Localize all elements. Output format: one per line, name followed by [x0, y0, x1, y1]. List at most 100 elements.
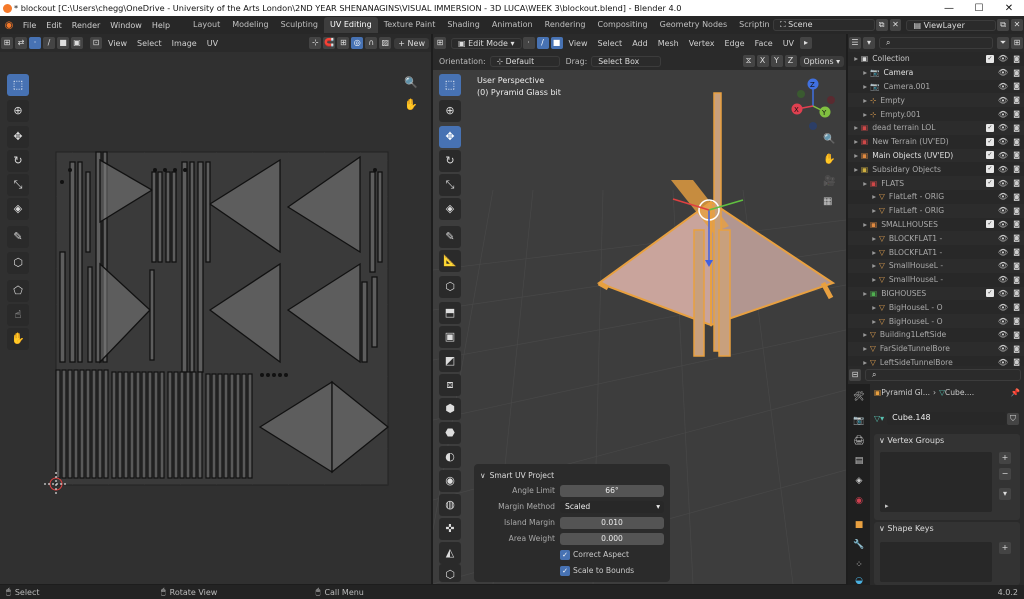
proportional-edit-icon[interactable]: ◎	[351, 37, 364, 49]
render-camera-icon[interactable]: ◙	[1013, 193, 1020, 201]
v3d-scale-tool-icon[interactable]: ⤡	[439, 174, 461, 196]
outliner-filter-icon[interactable]: ⏷	[997, 37, 1009, 49]
visibility-eye-icon[interactable]: 👁	[998, 165, 1008, 174]
v3d-menu-edge[interactable]: Edge	[719, 39, 749, 48]
editor-type-icon[interactable]: ⊞	[1, 37, 13, 49]
uv-menu-uv[interactable]: UV	[202, 39, 223, 48]
render-camera-icon[interactable]: ◙	[1013, 262, 1020, 270]
toggle-sidebar-icon[interactable]: ▸	[800, 37, 813, 49]
minimize-button[interactable]: —	[934, 3, 964, 14]
poly-build-tool-icon[interactable]: ⬣	[439, 422, 461, 444]
v3d-face-select-icon[interactable]: ■	[550, 37, 563, 49]
blender-menu-icon[interactable]: ◉	[0, 20, 18, 31]
visibility-eye-icon[interactable]: 👁	[998, 330, 1008, 339]
mesh-name-field[interactable]: Cube.148	[887, 412, 1006, 425]
collection-exclude-checkbox[interactable]: ✓	[986, 123, 994, 132]
v3d-menu-select[interactable]: Select	[593, 39, 628, 48]
visibility-eye-icon[interactable]: 👁	[998, 96, 1008, 105]
visibility-eye-icon[interactable]: 👁	[998, 234, 1008, 243]
scene-selector[interactable]: ⛶ Scene	[773, 19, 875, 31]
margin-method-dropdown[interactable]: Scaled ▾	[560, 500, 664, 513]
expand-arrow-icon[interactable]: ▸	[848, 192, 876, 201]
island-margin-field[interactable]: 0.010	[560, 516, 664, 529]
outliner[interactable]: ▸ ▣ Collection ✓ 👁 ◙ ▸ 📷 Camera 👁 ◙ ▸ 📷 Camera.001 👁 ◙ ▸…	[848, 52, 1024, 366]
uv-menu-select[interactable]: Select	[132, 39, 167, 48]
sticky-select-icon[interactable]: ⊡	[90, 37, 102, 49]
ortho-toggle-icon[interactable]: ▦	[823, 196, 832, 207]
render-camera-icon[interactable]: ◙	[1013, 345, 1020, 353]
visibility-eye-icon[interactable]: 👁	[998, 137, 1008, 146]
bevel-tool-icon[interactable]: ◩	[439, 350, 461, 372]
scale-to-bounds-row[interactable]: ✓ Scale to Bounds	[480, 563, 664, 578]
remove-vertex-group-button[interactable]: −	[999, 468, 1011, 480]
expand-arrow-icon[interactable]: ▸	[848, 344, 867, 353]
tool-tab-icon[interactable]: 🛠	[852, 390, 866, 404]
v3d-rotate-tool-icon[interactable]: ↻	[439, 150, 461, 172]
add-cube-tool-icon[interactable]: ⬡	[439, 276, 461, 298]
render-camera-icon[interactable]: ◙	[1013, 179, 1020, 187]
v3d-annotate-tool-icon[interactable]: ✎	[439, 226, 461, 248]
visibility-eye-icon[interactable]: 👁	[998, 344, 1008, 353]
annotate-tool-icon[interactable]: ✎	[7, 226, 29, 248]
island-select-icon[interactable]: ▣	[71, 37, 83, 49]
particles-tab-icon[interactable]: ⁘	[852, 558, 866, 572]
visibility-eye-icon[interactable]: 👁	[998, 206, 1008, 215]
expand-arrow-icon[interactable]: ▸	[848, 123, 858, 132]
relax-tool-icon[interactable]: ☝	[7, 304, 29, 326]
maximize-button[interactable]: ☐	[964, 3, 994, 14]
mirror-options-icon[interactable]: ⧖	[742, 55, 755, 67]
face-select-icon[interactable]: ■	[57, 37, 69, 49]
grab-tool-icon[interactable]: ⬠	[7, 280, 29, 302]
outliner-row[interactable]: ▸ ▣ Subsidary Objects ✓ 👁 ◙	[848, 162, 1024, 176]
list-grip-icon[interactable]: ▸	[885, 502, 889, 510]
render-camera-icon[interactable]: ◙	[1013, 69, 1020, 77]
v3d-menu-mesh[interactable]: Mesh	[653, 39, 684, 48]
outliner-row[interactable]: ▸ ▣ New Terrain (UV'ED) ✓ 👁 ◙	[848, 135, 1024, 149]
edge-slide-tool-icon[interactable]: ◍	[439, 494, 461, 516]
add-vertex-group-button[interactable]: +	[999, 452, 1011, 464]
outliner-row[interactable]: ▸ ▽ BLOCKFLAT1 - 👁 ◙	[848, 245, 1024, 259]
pan-hand-icon[interactable]: ✋	[404, 98, 418, 111]
rotate-tool-icon[interactable]: ↻	[7, 150, 29, 172]
zoom-icon[interactable]: 🔍	[404, 76, 418, 89]
tab-geometry-nodes[interactable]: Geometry Nodes	[654, 17, 733, 33]
navigation-gizmo[interactable]: Z Y X	[783, 76, 843, 136]
expand-arrow-icon[interactable]: ▸	[848, 358, 867, 366]
render-camera-icon[interactable]: ◙	[1013, 55, 1020, 63]
collection-exclude-checkbox[interactable]: ✓	[986, 137, 994, 146]
outliner-row[interactable]: ▸ ⊹ Empty.001 👁 ◙	[848, 107, 1024, 121]
menu-file[interactable]: File	[18, 21, 41, 30]
tab-layout[interactable]: Layout	[187, 17, 226, 33]
tab-rendering[interactable]: Rendering	[539, 17, 592, 33]
tab-sculpting[interactable]: Sculpting	[275, 17, 324, 33]
visibility-eye-icon[interactable]: 👁	[998, 303, 1008, 312]
render-camera-icon[interactable]: ◙	[1013, 207, 1020, 215]
expand-arrow-icon[interactable]: ▸	[848, 151, 858, 160]
v3d-vertex-select-icon[interactable]: ·	[522, 37, 535, 49]
tab-modeling[interactable]: Modeling	[226, 17, 274, 33]
outliner-row[interactable]: ▸ ▽ LeftSideTunnelBore 👁 ◙	[848, 356, 1024, 366]
mirror-x-toggle[interactable]: X	[756, 55, 769, 67]
new-image-button[interactable]: + New	[394, 37, 429, 49]
outliner-editor-icon[interactable]: ☰	[849, 37, 861, 49]
expand-arrow-icon[interactable]: ▸	[848, 179, 867, 188]
shape-keys-header[interactable]: ∨ Shape Keys	[874, 522, 1020, 536]
outliner-row[interactable]: ▸ ▣ BIGHOUSES ✓ 👁 ◙	[848, 286, 1024, 301]
object-tab-icon[interactable]: ■	[852, 518, 866, 532]
scale-to-bounds-checkbox[interactable]: ✓	[560, 565, 570, 576]
collection-exclude-checkbox[interactable]: ✓	[986, 179, 994, 188]
mirror-z-toggle[interactable]: Z	[784, 55, 797, 67]
render-camera-icon[interactable]: ◙	[1013, 110, 1020, 118]
visibility-eye-icon[interactable]: 👁	[998, 123, 1008, 132]
tab-uv-editing[interactable]: UV Editing	[323, 17, 378, 33]
angle-limit-field[interactable]: 66°	[560, 484, 664, 497]
measure-tool-icon[interactable]: 📐	[439, 250, 461, 272]
outliner-row[interactable]: ▸ ▣ Main Objects (UV'ED) ✓ 👁 ◙	[848, 148, 1024, 163]
shrink-tool-icon[interactable]: ✜	[439, 518, 461, 540]
scale-tool-icon[interactable]: ⤡	[7, 174, 29, 196]
render-camera-icon[interactable]: ◙	[1013, 303, 1020, 311]
inset-tool-icon[interactable]: ▣	[439, 326, 461, 348]
v3d-menu-uv[interactable]: UV	[778, 39, 799, 48]
loop-cut-tool-icon[interactable]: ⧈	[439, 374, 461, 396]
view-layer-tab-icon[interactable]: ▤	[852, 454, 866, 468]
